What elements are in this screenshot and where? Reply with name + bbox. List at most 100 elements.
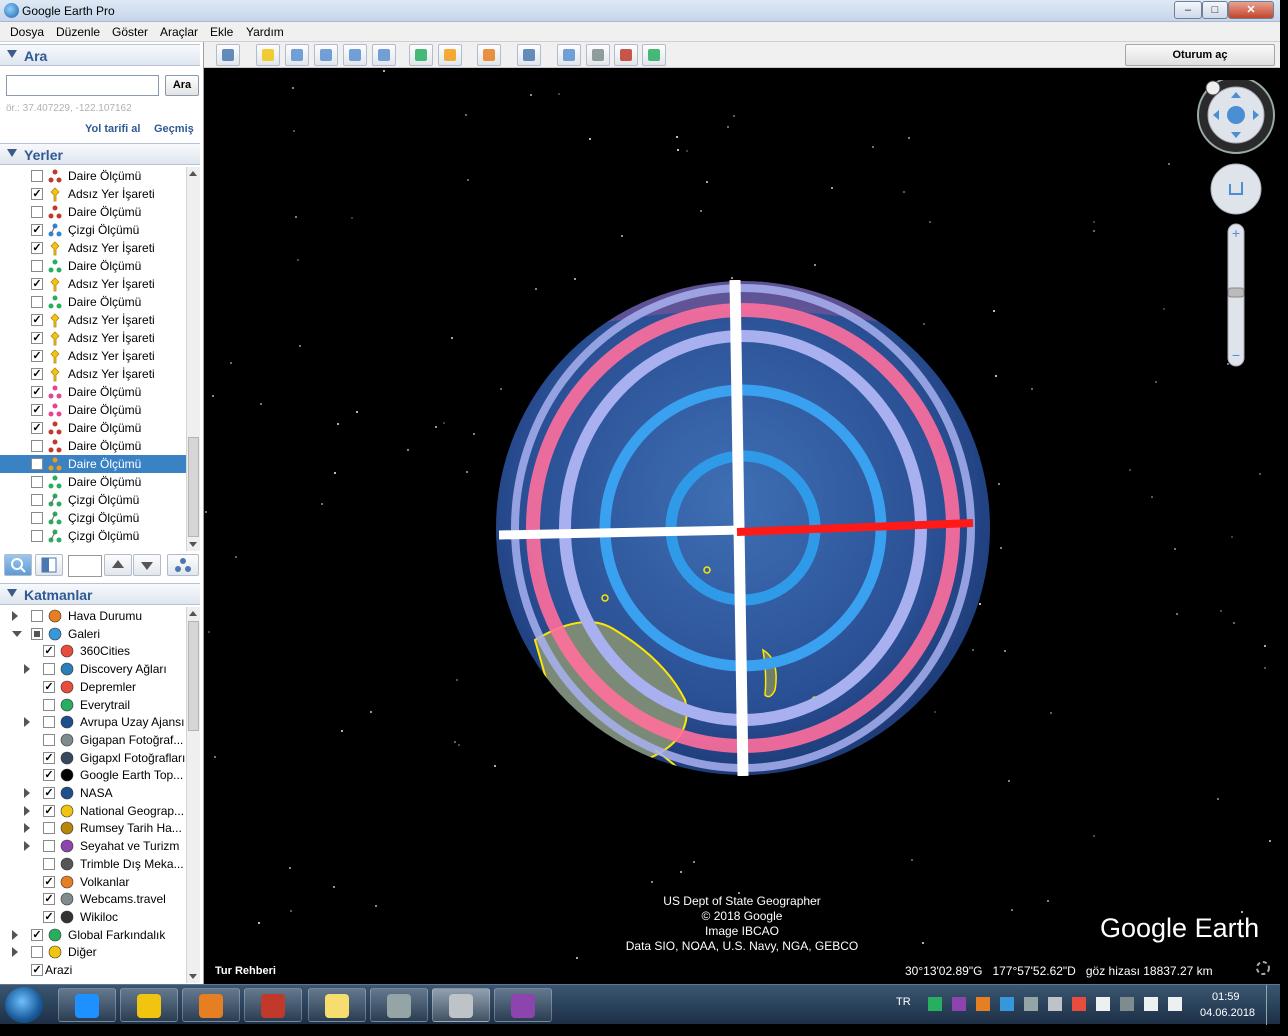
earth-viewport[interactable]: US Dept of State Geographer © 2018 Googl… (205, 68, 1280, 984)
layers-list-item[interactable]: ✓ Google Earth Top... (0, 766, 186, 784)
add-path-button[interactable] (314, 44, 338, 66)
layers-list-item[interactable]: Rumsey Tarih Ha... (0, 819, 186, 837)
record-tour-button[interactable] (372, 44, 396, 66)
places-list-item[interactable]: Daire Ölçümü (0, 455, 186, 473)
expand-arrow-icon[interactable] (24, 823, 30, 834)
layer-checkbox[interactable]: ✓ (43, 804, 55, 817)
close-button[interactable]: ✕ (1228, 1, 1274, 19)
visibility-checkbox[interactable]: ✓ (31, 188, 43, 200)
visibility-checkbox[interactable] (31, 260, 43, 272)
layers-list-item[interactable]: Hava Durumu (0, 607, 186, 625)
layer-checkbox[interactable]: ✓ (31, 964, 43, 976)
layer-checkbox[interactable]: ✓ (43, 680, 55, 693)
layers-list-item[interactable]: Trimble Dış Meka... (0, 855, 186, 873)
places-list-item[interactable]: ✓ Daire Ölçümü (0, 383, 186, 401)
language-indicator[interactable]: TR (896, 996, 911, 1008)
scroll-up-arrow-icon[interactable] (189, 611, 197, 616)
view-in-maps-button[interactable] (642, 44, 666, 66)
layer-checkbox[interactable] (43, 698, 55, 711)
menu-view[interactable]: Göster (112, 25, 148, 39)
visibility-checkbox[interactable] (31, 170, 43, 182)
sign-in-button[interactable]: Oturum aç (1125, 44, 1275, 66)
history-link[interactable]: Geçmiş (154, 123, 194, 135)
layers-list-item[interactable]: Diğer (0, 943, 186, 961)
layer-checkbox[interactable] (43, 857, 55, 870)
visibility-checkbox[interactable] (31, 512, 43, 524)
expand-arrow-icon[interactable] (12, 929, 18, 940)
layers-list-item[interactable]: ✓ 360Cities (0, 642, 186, 660)
places-list-item[interactable]: Çizgi Ölçümü (0, 509, 186, 527)
visibility-checkbox[interactable] (31, 296, 43, 308)
taskbar-app-button[interactable] (244, 988, 302, 1022)
places-list-item[interactable]: Çizgi Ölçümü (0, 491, 186, 509)
expand-arrow-icon[interactable] (12, 611, 18, 621)
search-panel-header[interactable]: Ara (0, 44, 200, 66)
scroll-down-arrow-icon[interactable] (189, 542, 197, 547)
switch-planet-button[interactable] (477, 44, 501, 66)
taskbar-app-button[interactable] (494, 988, 552, 1022)
places-panel-header[interactable]: Yerler (0, 143, 200, 165)
scroll-down-arrow-icon[interactable] (189, 974, 197, 979)
places-list-item[interactable]: ✓ Adsız Yer İşareti (0, 365, 186, 383)
places-list-item[interactable]: Daire Ölçümü (0, 437, 186, 455)
show-desktop-button[interactable] (1266, 985, 1280, 1025)
layers-list-item[interactable]: ✓ Webcams.travel (0, 890, 186, 908)
north-reset-icon[interactable] (1205, 80, 1221, 96)
tray-device-icon[interactable] (1048, 997, 1062, 1011)
menu-tools[interactable]: Araçlar (160, 25, 198, 39)
add-placemark-button[interactable] (256, 44, 280, 66)
ruler-button[interactable] (517, 44, 541, 66)
layers-list-item[interactable]: Seyahat ve Turizm (0, 837, 186, 855)
places-list-item[interactable]: Daire Ölçümü (0, 293, 186, 311)
places-list-item[interactable]: Çizgi Ölçümü (0, 527, 186, 545)
tray-app-icon[interactable] (976, 997, 990, 1011)
visibility-checkbox[interactable]: ✓ (31, 278, 43, 290)
taskbar-app-button[interactable] (308, 988, 366, 1022)
layers-list-item[interactable]: ✓ Depremler (0, 678, 186, 696)
layer-checkbox[interactable]: ✓ (31, 928, 43, 941)
layers-list-item[interactable]: ✓ Wikiloc (0, 908, 186, 926)
expand-arrow-icon[interactable] (24, 841, 30, 852)
visibility-checkbox[interactable] (31, 458, 43, 470)
save-image-button[interactable] (614, 44, 638, 66)
layers-list-item[interactable]: ✓ Arazi (0, 961, 186, 979)
signal-bars-icon[interactable] (1144, 997, 1158, 1011)
places-list-item[interactable]: ✓ Daire Ölçümü (0, 419, 186, 437)
places-list-item[interactable]: Daire Ölçümü (0, 203, 186, 221)
taskbar-app-button[interactable] (120, 988, 178, 1022)
places-field[interactable] (68, 555, 102, 577)
taskbar-app-button[interactable] (58, 988, 116, 1022)
start-button-icon[interactable] (5, 987, 43, 1023)
tray-sync-icon[interactable] (928, 997, 942, 1011)
maximize-button[interactable]: □ (1202, 1, 1228, 19)
visibility-checkbox[interactable] (31, 206, 43, 218)
layers-list-item[interactable]: Galeri (0, 625, 186, 643)
places-scrollbar[interactable] (186, 167, 200, 551)
visibility-checkbox[interactable]: ✓ (31, 368, 43, 380)
layers-list-item[interactable]: Avrupa Uzay Ajansı (0, 713, 186, 731)
globe[interactable] (495, 280, 991, 776)
add-image-overlay-button[interactable] (343, 44, 367, 66)
tour-guide-label[interactable]: Tur Rehberi (215, 965, 276, 977)
taskbar-app-button[interactable] (432, 988, 490, 1022)
layers-list-item[interactable]: Gigapan Fotoğraf... (0, 731, 186, 749)
layers-scrollbar[interactable] (186, 607, 200, 983)
visibility-checkbox[interactable]: ✓ (31, 224, 43, 236)
tray-network-icon[interactable] (1120, 997, 1134, 1011)
menu-help[interactable]: Yardım (246, 25, 284, 39)
visibility-checkbox[interactable]: ✓ (31, 422, 43, 434)
places-list-item[interactable]: ✓ Adsız Yer İşareti (0, 185, 186, 203)
visibility-checkbox[interactable]: ✓ (31, 332, 43, 344)
expand-arrow-icon[interactable] (12, 947, 18, 958)
layer-checkbox[interactable]: ✓ (43, 787, 55, 799)
layer-checkbox[interactable]: ✓ (43, 893, 55, 906)
add-polygon-button[interactable] (285, 44, 309, 66)
places-list-item[interactable]: Daire Ölçümü (0, 257, 186, 275)
layers-list-item[interactable]: Everytrail (0, 696, 186, 714)
layer-checkbox[interactable] (43, 822, 55, 835)
move-joystick[interactable] (1210, 163, 1262, 215)
layer-checkbox[interactable] (31, 627, 43, 640)
navigation-controls[interactable]: + − (1190, 80, 1276, 370)
layer-checkbox[interactable] (31, 946, 43, 959)
layer-checkbox[interactable]: ✓ (43, 910, 55, 923)
